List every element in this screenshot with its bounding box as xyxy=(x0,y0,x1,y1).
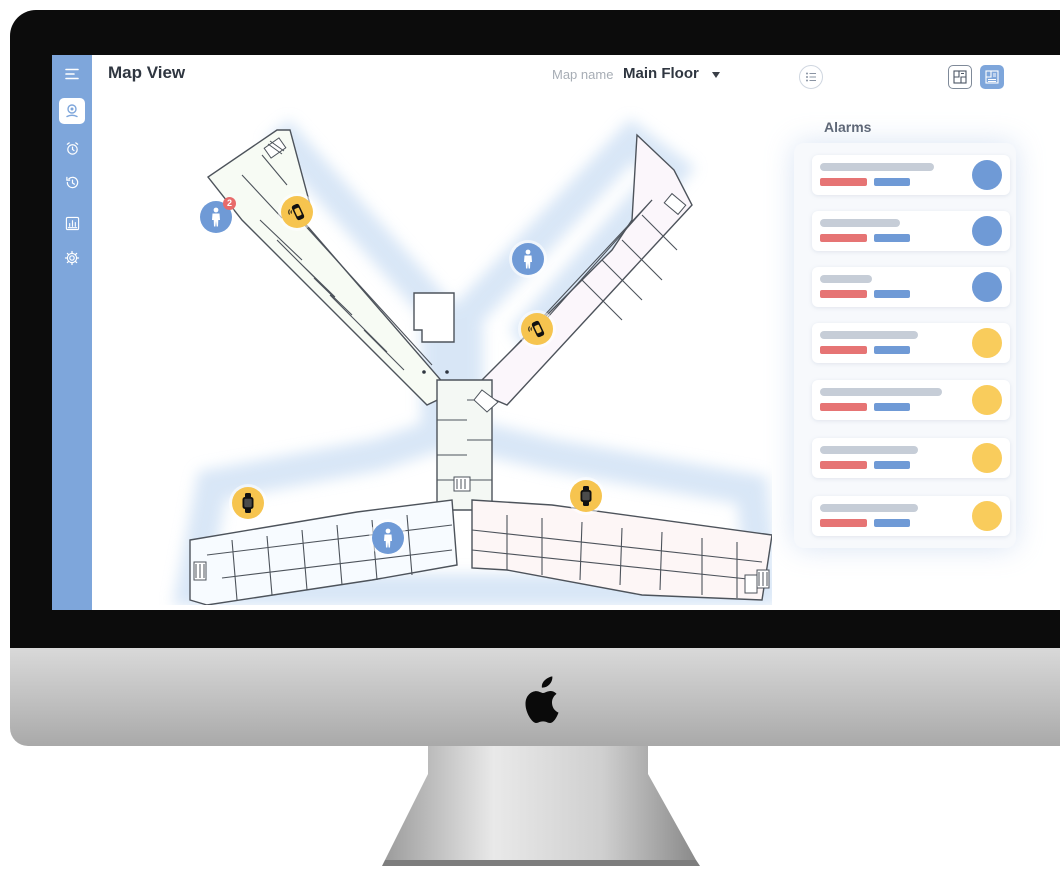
alarm-status-indicator xyxy=(972,216,1002,246)
app-screen: Map View Map name Main Floor 2 Alarms xyxy=(52,55,1060,610)
alarm-card[interactable] xyxy=(812,211,1010,251)
alarm-tag-blue xyxy=(874,461,910,469)
sidebar-item-map[interactable] xyxy=(59,98,85,124)
smartwatch-icon xyxy=(242,493,254,513)
alarm-tag-blue xyxy=(874,290,910,298)
sidebar-item-history[interactable] xyxy=(59,169,85,195)
history-icon xyxy=(65,176,78,188)
map-name-dropdown[interactable]: Main Floor xyxy=(623,65,699,82)
person-marker[interactable] xyxy=(512,243,544,275)
map-pin-icon xyxy=(66,104,78,118)
sidebar-item-settings[interactable] xyxy=(59,245,85,271)
device-marker[interactable] xyxy=(281,196,313,228)
person-icon xyxy=(384,528,392,548)
alarm-text-placeholder xyxy=(820,446,918,454)
alarm-tag-red xyxy=(820,234,867,242)
alarm-status-indicator xyxy=(972,501,1002,531)
smartwatch-signal-icon xyxy=(528,320,545,338)
smartwatch-signal-icon xyxy=(288,203,305,221)
chevron-down-icon[interactable] xyxy=(712,72,720,78)
alert-count-badge: 2 xyxy=(223,197,236,210)
alarm-status-indicator xyxy=(972,272,1002,302)
alarm-tag-blue xyxy=(874,234,910,242)
person-icon xyxy=(212,207,220,227)
legend-button[interactable] xyxy=(799,65,823,89)
alarm-card[interactable] xyxy=(812,155,1010,195)
alarm-card[interactable] xyxy=(812,380,1010,420)
apple-logo-icon xyxy=(525,676,559,723)
page-title: Map View xyxy=(108,63,186,82)
person-marker[interactable] xyxy=(372,522,404,554)
map-name-label: Map name xyxy=(552,67,614,82)
alarm-card[interactable] xyxy=(812,438,1010,478)
alarm-tag-blue xyxy=(874,178,910,186)
alarm-card[interactable] xyxy=(812,323,1010,363)
alarm-status-indicator xyxy=(972,160,1002,190)
alarm-card[interactable] xyxy=(812,496,1010,536)
floor-plan-icon xyxy=(953,70,967,84)
alarm-tag-red xyxy=(820,346,867,354)
alarm-tag-red xyxy=(820,461,867,469)
alarm-text-placeholder xyxy=(820,219,900,227)
floor-plan-view-button[interactable] xyxy=(948,65,972,89)
monitor-stand xyxy=(382,746,700,866)
alarm-text-placeholder xyxy=(820,331,918,339)
hamburger-menu-icon[interactable] xyxy=(59,61,85,87)
floor-plan-map[interactable] xyxy=(112,100,772,605)
alarm-status-indicator xyxy=(972,385,1002,415)
alarm-card[interactable] xyxy=(812,267,1010,307)
person-marker[interactable]: 2 xyxy=(200,197,236,233)
floor-plan-list-icon xyxy=(985,70,999,84)
alarm-tag-blue xyxy=(874,519,910,527)
alarm-tag-blue xyxy=(874,403,910,411)
alarm-text-placeholder xyxy=(820,163,934,171)
sidebar xyxy=(52,55,92,610)
gear-icon xyxy=(64,250,80,266)
alarm-clock-icon xyxy=(66,141,78,155)
device-marker[interactable] xyxy=(521,313,553,345)
device-marker[interactable] xyxy=(232,487,264,519)
alarm-tag-red xyxy=(820,403,867,411)
bar-chart-icon xyxy=(65,216,79,230)
sidebar-item-reports[interactable] xyxy=(59,210,85,236)
alarm-text-placeholder xyxy=(820,504,918,512)
alarm-tag-red xyxy=(820,178,867,186)
alarms-title: Alarms xyxy=(824,119,872,135)
list-icon xyxy=(806,72,816,82)
alarm-tag-blue xyxy=(874,346,910,354)
alarm-status-indicator xyxy=(972,328,1002,358)
sidebar-item-alarms[interactable] xyxy=(59,135,85,161)
alarm-tag-red xyxy=(820,519,867,527)
alarm-text-placeholder xyxy=(820,275,872,283)
person-icon xyxy=(524,249,532,269)
device-marker[interactable] xyxy=(570,480,602,512)
smartwatch-icon xyxy=(580,486,592,506)
alarm-status-indicator xyxy=(972,443,1002,473)
floor-plan-list-view-button[interactable] xyxy=(980,65,1004,89)
alarm-tag-red xyxy=(820,290,867,298)
alarm-text-placeholder xyxy=(820,388,942,396)
